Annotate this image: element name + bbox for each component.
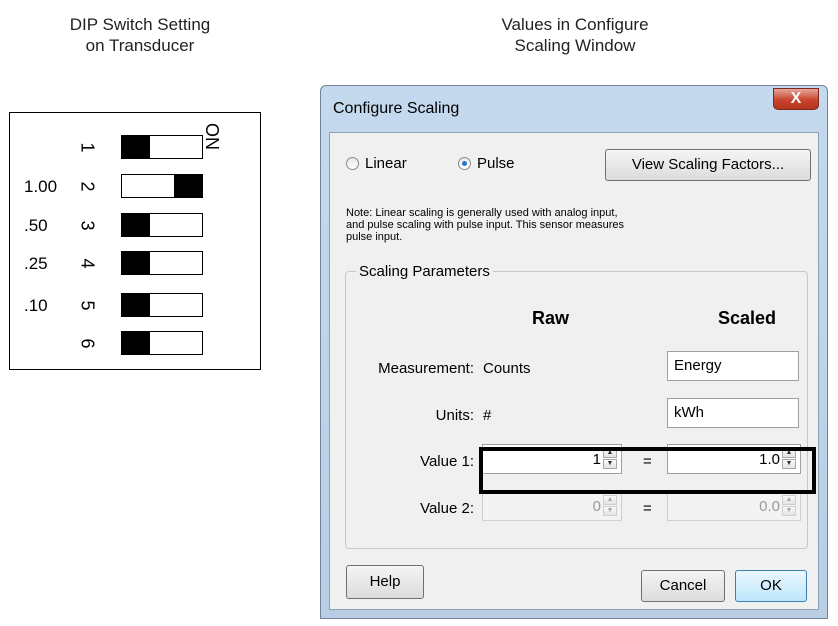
dip-knob: [122, 332, 150, 354]
radio-pulse[interactable]: Pulse: [458, 155, 515, 172]
dip-switch-panel: ON 1 1.00 2 .50 3 .25 4 .10 5 6: [9, 112, 261, 370]
spin-down-icon: ▼: [782, 506, 796, 516]
value2-label: Value 2:: [420, 500, 474, 517]
dip-switch-2: [121, 174, 203, 198]
close-button[interactable]: X: [773, 88, 819, 110]
dip-row-number: 1: [77, 142, 98, 153]
close-icon: X: [790, 90, 802, 107]
dip-knob: [122, 136, 150, 158]
dip-row-number: 2: [77, 181, 98, 192]
dip-switch-1: [121, 135, 203, 159]
dip-row: 6: [10, 329, 260, 357]
dip-row: 1: [10, 133, 260, 161]
dip-row: 1.00 2: [10, 172, 260, 200]
value2-raw-stepper: 0 ▲ ▼: [482, 491, 622, 521]
spin-down-icon: ▼: [603, 506, 617, 516]
dip-row-value: 1.00: [24, 177, 58, 196]
radio-pulse-label: Pulse: [477, 155, 515, 172]
value2-equals: =: [643, 500, 652, 517]
measurement-label: Measurement:: [378, 360, 474, 377]
note-text: Note: Linear scaling is generally used w…: [346, 207, 776, 243]
help-button[interactable]: Help: [346, 565, 424, 599]
dip-row-number: 6: [77, 338, 98, 349]
window-title: Configure Scaling: [333, 100, 460, 117]
scaling-heading-line1: Values in Configure: [501, 15, 649, 34]
dip-row-number: 4: [77, 258, 98, 269]
radio-pulse-indicator: [458, 157, 471, 170]
dip-heading-line2: on Transducer: [85, 36, 195, 55]
measurement-scaled-field[interactable]: Energy: [667, 351, 799, 381]
note-line: and pulse scaling with pulse input. This…: [346, 219, 625, 231]
spin-up-icon: ▲: [603, 495, 617, 505]
dip-switch-5: [121, 293, 203, 317]
scaling-heading: Values in Configure Scaling Window: [465, 14, 685, 56]
units-label: Units:: [435, 407, 474, 424]
dip-row-value: .10: [24, 296, 48, 315]
value2-scaled-number: 0.0: [759, 498, 780, 515]
dip-row: .10 5: [10, 291, 260, 319]
radio-linear-label: Linear: [365, 155, 407, 172]
dip-row: .50 3: [10, 211, 260, 239]
scaling-parameters-group: Scaling Parameters Raw Scaled Measuremen…: [345, 263, 808, 549]
value2-raw-arrows: ▲ ▼: [603, 495, 619, 517]
dip-knob: [122, 252, 150, 274]
units-scaled-field[interactable]: kWh: [667, 398, 799, 428]
dialog-body: Linear Pulse View Scaling Factors... Not…: [329, 132, 819, 610]
configure-scaling-window: Configure Scaling X Linear Pulse View Sc…: [320, 85, 828, 619]
column-header-raw: Raw: [532, 308, 570, 328]
dip-row-value: .25: [24, 254, 48, 273]
value2-raw-number: 0: [592, 498, 601, 515]
note-line: pulse input.: [346, 231, 403, 243]
value2-scaled-stepper: 0.0 ▲ ▼: [667, 491, 801, 521]
radio-linear-indicator: [346, 157, 359, 170]
view-scaling-factors-button[interactable]: View Scaling Factors...: [605, 149, 811, 181]
dip-heading: DIP Switch Setting on Transducer: [40, 14, 240, 56]
column-header-scaled: Scaled: [718, 308, 777, 328]
note-line: Note: Linear scaling is generally used w…: [346, 207, 618, 219]
scaling-heading-line2: Scaling Window: [514, 36, 636, 55]
dip-row-number: 3: [77, 220, 98, 231]
group-label: Scaling Parameters: [356, 263, 493, 280]
value1-label: Value 1:: [420, 453, 474, 470]
dip-heading-line1: DIP Switch Setting: [69, 15, 211, 34]
dip-switch-4: [121, 251, 203, 275]
dip-row-number: 5: [77, 300, 98, 311]
dip-knob: [174, 175, 202, 197]
cancel-button[interactable]: Cancel: [641, 570, 725, 602]
dip-row: .25 4: [10, 249, 260, 277]
value1-highlight-box: [479, 447, 816, 494]
value2-scaled-arrows: ▲ ▼: [782, 495, 798, 517]
dip-knob: [122, 294, 150, 316]
dip-switch-3: [121, 213, 203, 237]
dip-knob: [122, 214, 150, 236]
spin-up-icon: ▲: [782, 495, 796, 505]
dip-row-value: .50: [24, 216, 48, 235]
measurement-raw-value: Counts: [483, 360, 531, 377]
dip-switch-6: [121, 331, 203, 355]
ok-button[interactable]: OK: [735, 570, 807, 602]
units-raw-value: #: [483, 407, 492, 424]
radio-linear[interactable]: Linear: [346, 155, 407, 172]
